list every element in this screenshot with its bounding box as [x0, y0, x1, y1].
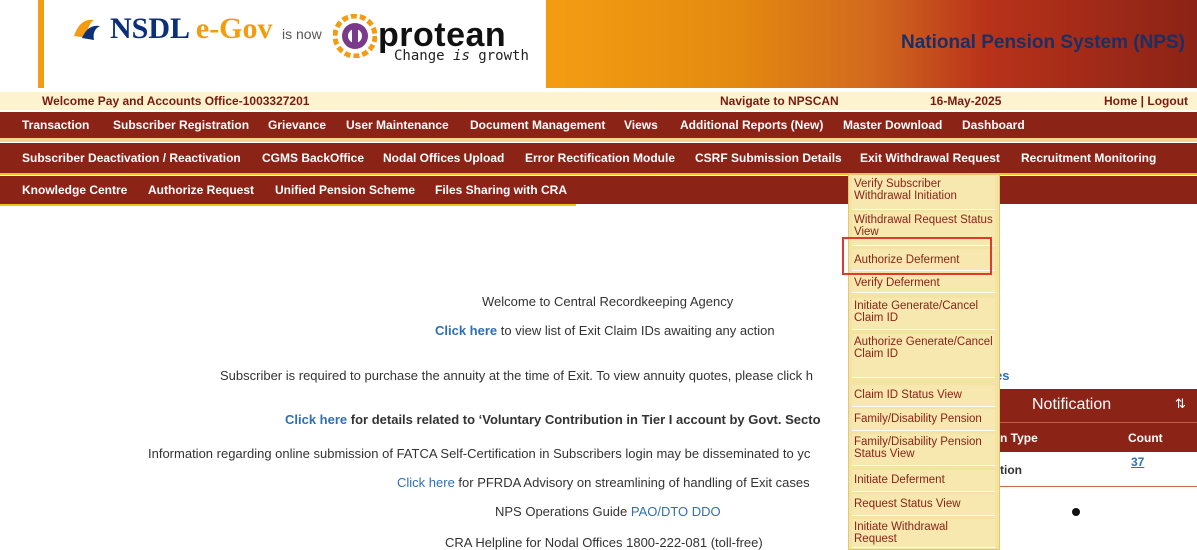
dropdown-item-claim-id-status[interactable]: Claim ID Status View: [852, 385, 995, 407]
click-here-link[interactable]: Click here: [285, 412, 347, 427]
menu-subscriber-registration[interactable]: Subscriber Registration: [113, 118, 249, 132]
tagline-part: Change: [394, 48, 454, 64]
notification-count-link[interactable]: 37: [1131, 455, 1144, 469]
fatca-text: Information regarding online submission …: [148, 446, 811, 461]
exit-claims-line: Click here to view list of Exit Claim ID…: [435, 323, 775, 338]
menu-grievance[interactable]: Grievance: [268, 118, 326, 132]
menu-views[interactable]: Views: [624, 118, 658, 132]
notification-count-header: Count: [1128, 431, 1163, 445]
welcome-heading: Welcome to Central Recordkeeping Agency: [482, 294, 734, 309]
menu-dashboard[interactable]: Dashboard: [962, 118, 1025, 132]
notification-title: Notification: [1032, 396, 1112, 413]
exit-claims-text: to view list of Exit Claim IDs awaiting …: [497, 323, 775, 338]
pfrda-line: Click here for PFRDA Advisory on streaml…: [397, 475, 810, 490]
dropdown-item-initiate-deferment[interactable]: Initiate Deferment: [852, 470, 995, 492]
menu-additional-reports[interactable]: Additional Reports (New): [680, 118, 823, 132]
logout-link[interactable]: Logout: [1147, 94, 1188, 108]
dropdown-item-initiate-claim-id[interactable]: Initiate Generate/Cancel Claim ID: [852, 298, 995, 330]
menu-document-management[interactable]: Document Management: [470, 118, 605, 132]
notification-row: [1000, 452, 1197, 487]
menu-transaction[interactable]: Transaction: [22, 118, 89, 132]
notification-type-cell: tion: [1000, 463, 1022, 477]
menu-nodal-offices-upload[interactable]: Nodal Offices Upload: [383, 151, 504, 165]
selection-highlight-box: [842, 237, 992, 275]
dropdown-item-verify-subscriber-withdrawal[interactable]: Verify Subscriber Withdrawal Initiation: [852, 176, 995, 210]
date-text: 16-May-2025: [930, 94, 1002, 108]
click-here-link[interactable]: Click here: [397, 475, 455, 490]
nsdl-logo: NSDL e-Gov: [110, 12, 273, 46]
menu-exit-withdrawal-request[interactable]: Exit Withdrawal Request: [860, 151, 1000, 165]
menu-csrf-submission[interactable]: CSRF Submission Details: [695, 151, 842, 165]
menu-user-maintenance[interactable]: User Maintenance: [346, 118, 449, 132]
welcome-text: Welcome Pay and Accounts Office-10033272…: [42, 94, 310, 108]
menu-authorize-request[interactable]: Authorize Request: [148, 183, 254, 197]
protean-logo-icon: [333, 14, 377, 58]
dropdown-item-family-disability-status[interactable]: Family/Disability Pension Status View: [852, 434, 995, 466]
ops-guide-links[interactable]: PAO/DTO DDO: [631, 504, 721, 519]
header-stripe: [38, 0, 44, 88]
ops-guide-line: NPS Operations Guide PAO/DTO DDO: [495, 504, 721, 519]
menu-unified-pension-scheme[interactable]: Unified Pension Scheme: [275, 183, 415, 197]
click-here-link[interactable]: Click here: [435, 323, 497, 338]
menu-subscriber-deactivation[interactable]: Subscriber Deactivation / Reactivation: [22, 151, 241, 165]
dropdown-item-verify-deferment[interactable]: Verify Deferment: [852, 275, 995, 293]
notification-type-header: n Type: [1000, 431, 1038, 445]
menu-knowledge-centre[interactable]: Knowledge Centre: [22, 183, 127, 197]
is-now-text: is now: [282, 26, 322, 42]
voluntary-text: for details related to ‘Voluntary Contri…: [347, 412, 821, 427]
menu-cgms-backoffice[interactable]: CGMS BackOffice: [262, 151, 364, 165]
voluntary-line: Click here for details related to ‘Volun…: [285, 412, 821, 427]
home-logout: Home | Logout: [1104, 94, 1188, 108]
menu-error-rectification[interactable]: Error Rectification Module: [525, 151, 675, 165]
ops-guide-text: NPS Operations Guide: [495, 504, 631, 519]
menu-divider: [0, 138, 1197, 142]
dropdown-item-family-disability-pension[interactable]: Family/Disability Pension: [852, 409, 995, 431]
dropdown-item-authorize-claim-id[interactable]: Authorize Generate/Cancel Claim ID: [852, 334, 995, 378]
protean-tagline: Change is growth: [394, 48, 529, 64]
nsdl-logo-icon: [74, 19, 100, 40]
menu-recruitment-monitoring[interactable]: Recruitment Monitoring: [1021, 151, 1156, 165]
tagline-part: growth: [469, 48, 529, 64]
nsdl-logo-prefix: NSDL: [110, 12, 189, 45]
annuity-text: Subscriber is required to purchase the a…: [220, 368, 814, 383]
status-dot: [1072, 508, 1080, 516]
system-title: National Pension System (NPS): [900, 32, 1185, 53]
menu-files-sharing-cra[interactable]: Files Sharing with CRA: [435, 183, 567, 197]
dropdown-item-request-status-view[interactable]: Request Status View: [852, 494, 995, 516]
home-link[interactable]: Home: [1104, 94, 1137, 108]
nsdl-logo-suffix: e-Gov: [195, 12, 273, 45]
menu-master-download[interactable]: Master Download: [843, 118, 942, 132]
tagline-part: is: [453, 48, 470, 64]
separator: |: [1137, 94, 1148, 108]
sort-icon[interactable]: ⇅: [1175, 396, 1186, 412]
pfrda-text: for PFRDA Advisory on streamlining of ha…: [454, 475, 810, 490]
dropdown-item-initiate-withdrawal[interactable]: Initiate Withdrawal Request: [852, 519, 995, 548]
menu-divider: [0, 173, 1197, 175]
navigate-npscan-link[interactable]: Navigate to NPSCAN: [720, 94, 839, 108]
